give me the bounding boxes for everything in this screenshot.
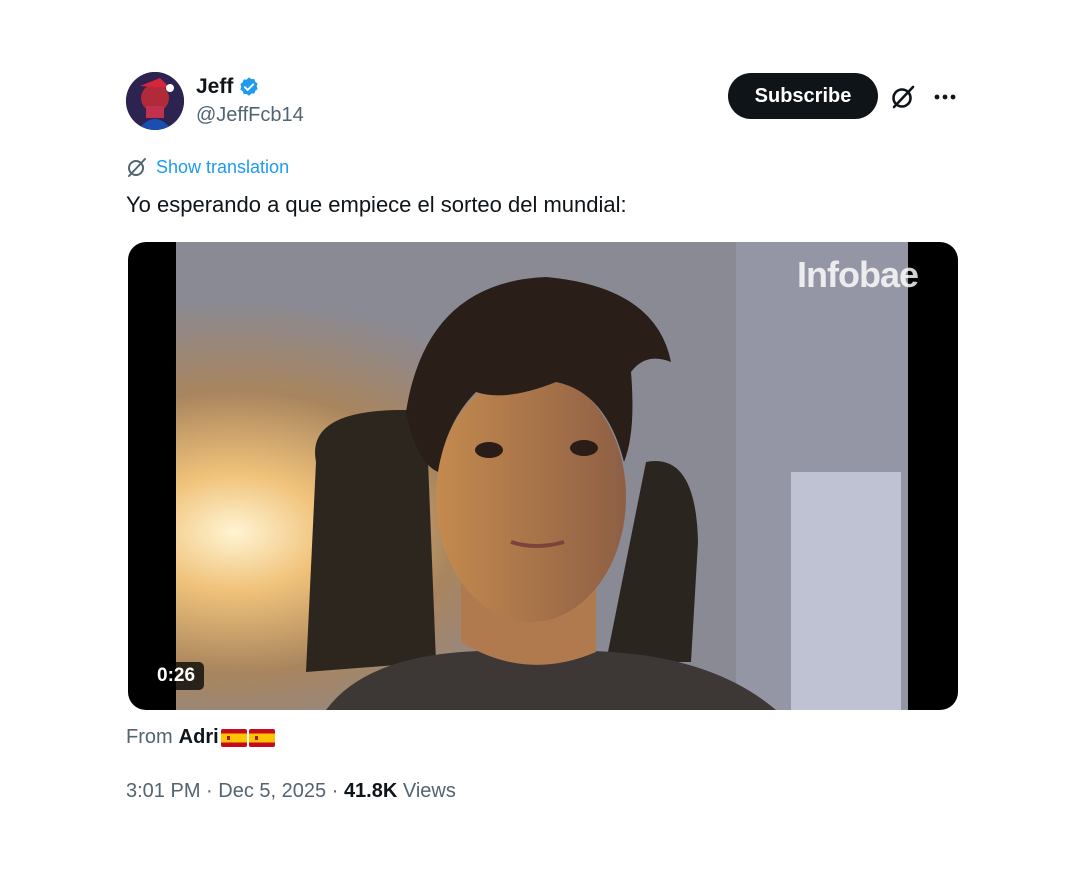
subscribe-button[interactable]: Subscribe [728, 73, 878, 119]
video-player[interactable]: Infobae 0:26 [128, 242, 958, 710]
separator: · [331, 780, 339, 802]
tweet-time[interactable]: 3:01 PM [126, 780, 200, 802]
video-frame[interactable] [176, 242, 908, 710]
tweet-metadata: 3:01 PM · Dec 5, 2025 · 41.8K Views [126, 780, 456, 803]
separator: · [206, 780, 213, 802]
tweet-header: Jeff @JeffFcb14 Subscribe [126, 70, 958, 134]
tweet-date[interactable]: Dec 5, 2025 [218, 780, 326, 802]
grok-icon[interactable] [890, 84, 916, 110]
tweet: Jeff @JeffFcb14 Subscribe Show translati… [126, 70, 958, 802]
user-names: Jeff @JeffFcb14 [196, 74, 304, 127]
video-duration-badge: 0:26 [148, 662, 205, 690]
watermark: Infobae [796, 254, 919, 295]
more-icon[interactable] [932, 86, 958, 108]
user-handle[interactable]: @JeffFcb14 [196, 104, 304, 127]
views-label: Views [402, 780, 456, 802]
spain-flag-icon [248, 728, 275, 747]
from-prefix: From [126, 726, 173, 748]
translate-icon [128, 158, 146, 177]
avatar[interactable] [126, 72, 184, 130]
name-row: Jeff [196, 74, 304, 100]
show-translation-link[interactable]: Show translation [126, 156, 289, 178]
tweet-text: Yo esperando a que empiece el sorteo del… [126, 192, 627, 217]
spain-flag-icon [220, 728, 247, 747]
show-translation-label[interactable]: Show translation [156, 157, 289, 178]
views-count[interactable]: 41.8K [344, 780, 397, 802]
display-name[interactable]: Jeff [196, 75, 233, 99]
source-attribution: From Adri [126, 726, 275, 749]
source-user-link[interactable]: Adri [179, 726, 219, 749]
verified-badge-icon [240, 77, 258, 96]
